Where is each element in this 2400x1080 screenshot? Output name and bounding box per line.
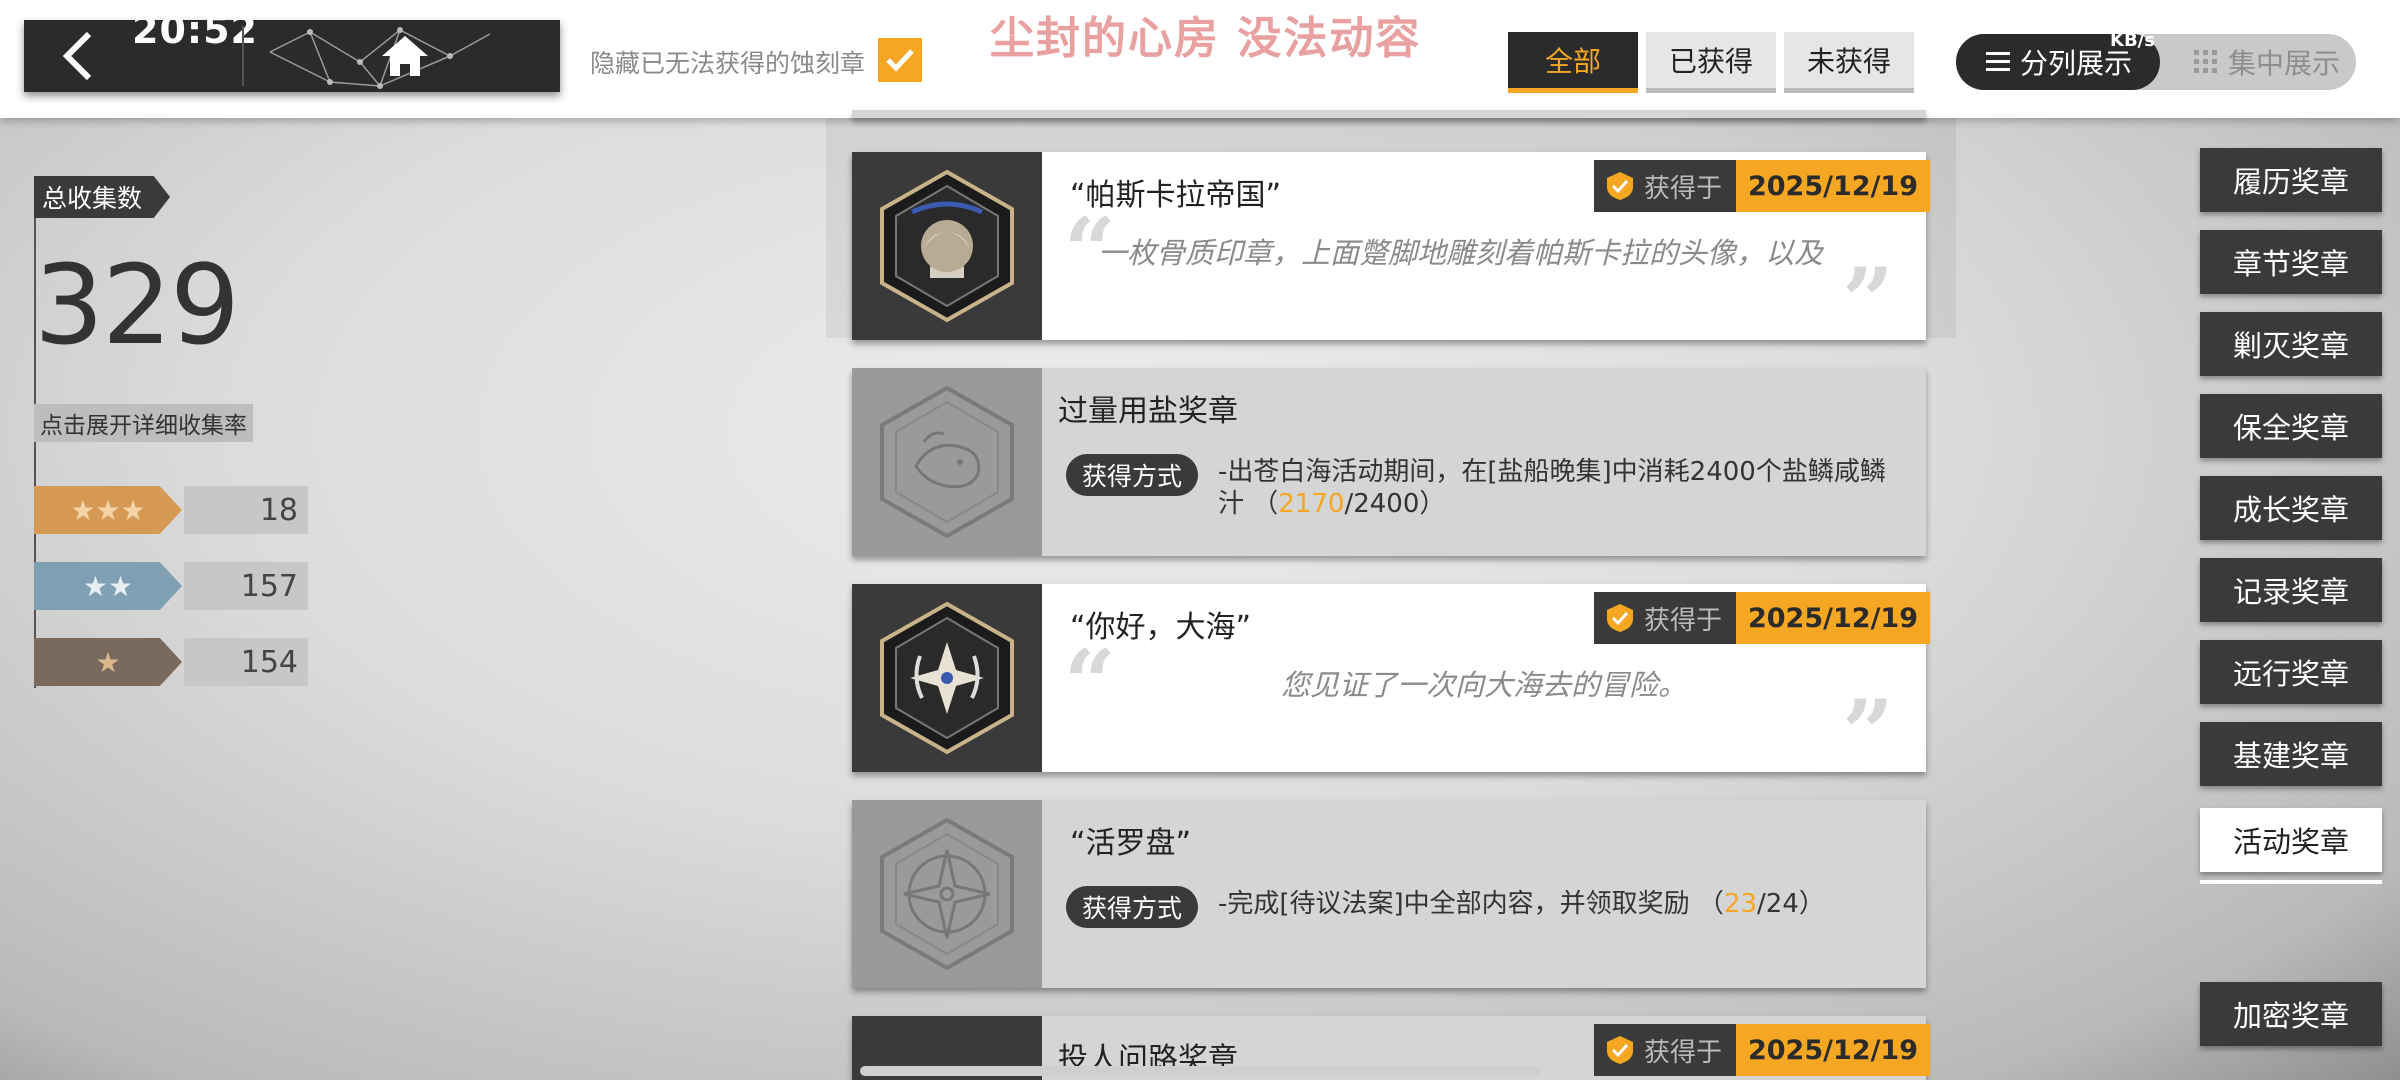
medal-body: “活罗盘” 获得方式 -完成[待议法案]中全部内容，并领取奖励 （23/24）: [1042, 800, 1926, 988]
rarity-2star-count: 157: [184, 562, 308, 610]
focus-view-button[interactable]: 集中展示: [2176, 34, 2356, 90]
category-record[interactable]: 记录奖章: [2200, 558, 2382, 622]
obtain-method-desc: -完成[待议法案]中全部内容，并领取奖励 （23/24）: [1218, 888, 1898, 920]
category-resume[interactable]: 履历奖章: [2200, 148, 2382, 212]
category-chapter[interactable]: 章节奖章: [2200, 230, 2382, 294]
active-category-indicator: [2200, 880, 2382, 884]
obtained-badge: 获得于 2025/12/19: [1593, 592, 1930, 644]
filter-all-tab[interactable]: 全部: [1508, 32, 1638, 93]
back-button[interactable]: [24, 20, 134, 92]
rarity-1star-stars: ★: [34, 638, 182, 686]
expand-detail-button[interactable]: 点击展开详细收集率: [34, 404, 253, 442]
grid-icon: [2193, 50, 2217, 73]
filter-unobtained-tab[interactable]: 未获得: [1784, 32, 1914, 93]
rarity-2star-stars: ★★: [34, 562, 182, 610]
check-icon: [886, 49, 914, 72]
medal-card[interactable]: 过量用盐奖章 获得方式 -出苍白海活动期间，在[盐船晚集]中消耗2400个盐鳞咸…: [852, 368, 1926, 556]
total-collection-count: 329: [34, 241, 240, 369]
obtain-method-desc: -出苍白海活动期间，在[盐船晚集]中消耗2400个盐鳞咸鳞汁 （2170/240…: [1218, 456, 1898, 520]
category-preservation[interactable]: 保全奖章: [2200, 394, 2382, 458]
medal-compass-icon: [880, 817, 1014, 971]
obtained-label: 获得于: [1643, 605, 1722, 636]
category-annihilation[interactable]: 剿灭奖章: [2200, 312, 2382, 376]
close-quote-icon: ”: [1842, 680, 1894, 786]
medal-card[interactable]: “活罗盘” 获得方式 -完成[待议法案]中全部内容，并领取奖励 （23/24）: [852, 800, 1926, 988]
category-event[interactable]: 活动奖章: [2200, 808, 2382, 872]
medal-emblem: [852, 152, 1042, 340]
list-icon: [1985, 52, 2010, 71]
obtain-method-badge: 获得方式: [1066, 454, 1199, 496]
close-quote-icon: ”: [1842, 248, 1894, 354]
hide-unobtainable-label: 隐藏已无法获得的蚀刻章: [590, 49, 866, 78]
medal-card[interactable]: “帕斯卡拉帝国” 获得于 2025/12/19 “ 一枚骨质印章，上面蹩脚地雕刻…: [852, 152, 1930, 346]
category-expedition[interactable]: 远行奖章: [2200, 640, 2382, 704]
obtained-label: 获得于: [1643, 173, 1722, 204]
obtain-desc-text: -完成[待议法案]中全部内容，并领取奖励 （: [1218, 889, 1724, 919]
category-encrypted[interactable]: 加密奖章: [2200, 982, 2382, 1046]
medal-card[interactable]: “你好，大海” 获得于 2025/12/19 “ 您见证了一次向大海去的冒险。 …: [852, 584, 1930, 778]
progress-total: /24）: [1757, 889, 1825, 919]
obtained-label-box: 获得于: [1593, 1024, 1736, 1076]
medal-pascara-icon: [880, 169, 1014, 323]
horizontal-scrollbar[interactable]: [860, 1066, 1540, 1076]
focus-view-label: 集中展示: [2227, 47, 2340, 80]
medal-emblem: [852, 368, 1042, 556]
obtained-label-box: 获得于: [1593, 160, 1736, 212]
shield-check-icon: [1606, 172, 1633, 200]
medal-salt-fish-icon: [880, 385, 1014, 539]
rarity-3star-count: 18: [184, 486, 308, 534]
category-growth[interactable]: 成长奖章: [2200, 476, 2382, 540]
progress-total: /2400）: [1344, 489, 1446, 519]
category-base[interactable]: 基建奖章: [2200, 722, 2382, 786]
network-speed: KB/s: [2110, 30, 2155, 51]
obtained-badge: 获得于 2025/12/19: [1593, 1024, 1930, 1076]
obtain-method-badge: 获得方式: [1066, 886, 1199, 928]
hide-unobtainable-checkbox[interactable]: [878, 38, 922, 82]
shield-check-icon: [1606, 604, 1633, 632]
medal-emblem: [852, 584, 1042, 772]
rarity-3star-row: ★★★ 18: [34, 486, 308, 534]
obtained-badge: 获得于 2025/12/19: [1593, 160, 1930, 212]
total-collection-label: 总收集数: [34, 176, 171, 218]
chevron-left-icon: [62, 31, 92, 81]
shield-check-icon: [1606, 1036, 1633, 1064]
medal-body: “帕斯卡拉帝国” 获得于 2025/12/19 “ 一枚骨质印章，上面蹩脚地雕刻…: [1042, 152, 1930, 346]
medal-body: “你好，大海” 获得于 2025/12/19 “ 您见证了一次向大海去的冒险。 …: [1042, 584, 1930, 778]
progress-current: 2170: [1278, 489, 1345, 519]
obtained-label-box: 获得于: [1593, 592, 1736, 644]
medal-name: “活罗盘”: [1070, 826, 1192, 861]
home-icon: [382, 36, 428, 76]
obtained-label: 获得于: [1643, 1037, 1722, 1068]
prev-card-edge: [852, 110, 1926, 118]
medal-quote: 一枚骨质印章，上面蹩脚地雕刻着帕斯卡拉的头像，以及: [1098, 236, 1824, 270]
nav-divider: [242, 26, 244, 86]
medal-body: 过量用盐奖章 获得方式 -出苍白海活动期间，在[盐船晚集]中消耗2400个盐鳞咸…: [1042, 368, 1926, 556]
medal-hello-sea-icon: [880, 601, 1014, 755]
filter-obtained-tab[interactable]: 已获得: [1646, 32, 1776, 93]
rarity-3star-stars: ★★★: [34, 486, 182, 534]
medal-quote: 您见证了一次向大海去的冒险。: [1280, 668, 1687, 702]
page-title: 尘封的心房 没法动容: [990, 13, 1422, 64]
medal-name: 过量用盐奖章: [1058, 394, 1238, 429]
home-button[interactable]: [330, 20, 480, 92]
clock: 20:52: [132, 8, 258, 52]
obtained-date: 2025/12/19: [1735, 160, 1930, 212]
rarity-1star-row: ★ 154: [34, 638, 308, 686]
progress-current: 23: [1723, 889, 1758, 919]
rarity-1star-count: 154: [184, 638, 308, 686]
rarity-2star-row: ★★ 157: [34, 562, 308, 610]
medal-emblem: [852, 800, 1042, 988]
obtained-date: 2025/12/19: [1735, 592, 1930, 644]
obtained-date: 2025/12/19: [1735, 1024, 1930, 1076]
